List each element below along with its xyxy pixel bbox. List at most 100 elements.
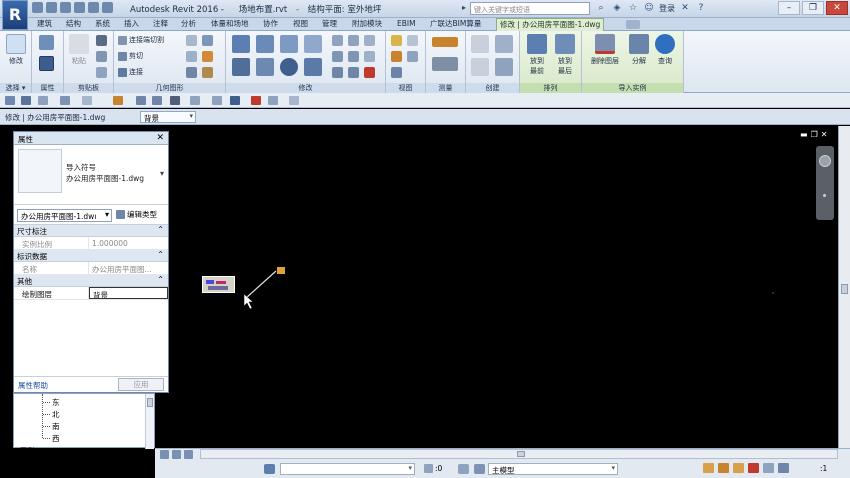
copy-element-icon[interactable] xyxy=(256,58,274,76)
dimension-icon[interactable] xyxy=(432,57,458,71)
type-selector[interactable]: 导入符号 办公用房平面图-1.dwg ▾ xyxy=(14,145,168,205)
horizontal-scroll-thumb[interactable] xyxy=(517,451,525,457)
graphics-icon[interactable] xyxy=(407,51,418,62)
collapse-icon[interactable]: ⌃ xyxy=(157,275,164,284)
pin-icon[interactable] xyxy=(364,35,375,46)
edit-type-button[interactable]: 编辑类型 xyxy=(116,209,157,220)
select-by-face-icon[interactable] xyxy=(748,463,759,473)
paint-icon[interactable] xyxy=(186,51,197,62)
move-icon[interactable] xyxy=(232,58,250,76)
view-close-icon[interactable]: ✕ xyxy=(821,130,828,139)
redo-icon[interactable] xyxy=(88,2,99,13)
customize-toolbar-icon[interactable] xyxy=(289,96,299,105)
linework-icon[interactable] xyxy=(391,51,402,62)
offset-icon[interactable] xyxy=(256,35,274,53)
modify-button[interactable]: 修改 xyxy=(5,34,27,66)
drag-on-selection-icon[interactable] xyxy=(763,463,774,473)
collapse-icon[interactable]: ⌃ xyxy=(157,225,164,234)
text-icon[interactable] xyxy=(170,96,180,105)
align-icon[interactable] xyxy=(232,35,250,53)
subscription-icon[interactable]: ◈ xyxy=(611,2,623,14)
tree-item[interactable]: 西 xyxy=(43,433,60,444)
undo-icon[interactable] xyxy=(74,2,85,13)
split-icon[interactable] xyxy=(332,35,343,46)
hide-in-view-icon[interactable] xyxy=(391,35,402,46)
tab-view[interactable]: 视图 xyxy=(293,18,308,31)
mirror-axis-icon[interactable] xyxy=(280,35,298,53)
send-to-back-button[interactable]: 放到 最后 xyxy=(554,34,576,76)
restore-button[interactable]: ❐ xyxy=(802,1,824,15)
zoom-icon[interactable] xyxy=(823,194,826,197)
tab-collaborate[interactable]: 协作 xyxy=(263,18,278,31)
workset-select[interactable] xyxy=(280,463,415,475)
trim-single-icon[interactable] xyxy=(348,67,359,78)
app-logo-button[interactable]: R xyxy=(2,0,28,30)
tree-item[interactable]: 南 xyxy=(43,421,60,432)
worksets-icon[interactable] xyxy=(264,464,275,474)
split-face-icon[interactable] xyxy=(202,35,213,46)
collapse-icon[interactable]: ⌃ xyxy=(157,250,164,259)
properties-icon[interactable] xyxy=(39,35,54,50)
horizontal-scrollbar[interactable] xyxy=(200,449,838,459)
paste-button[interactable]: 粘贴 xyxy=(68,34,90,66)
array-icon[interactable] xyxy=(332,51,343,62)
save-icon[interactable] xyxy=(46,2,57,13)
tab-addins[interactable]: 附加模块 xyxy=(352,18,382,31)
save-file-icon[interactable] xyxy=(21,96,31,105)
close-hidden-icon[interactable] xyxy=(251,96,261,105)
create-assembly-icon[interactable] xyxy=(471,35,489,53)
trim-extend-icon[interactable] xyxy=(304,58,322,76)
demolish-icon[interactable] xyxy=(202,51,213,62)
hide-element-icon[interactable] xyxy=(391,67,402,78)
tab-insert[interactable]: 插入 xyxy=(124,18,139,31)
sign-in-link[interactable]: 登录 xyxy=(659,3,675,14)
rotate-icon[interactable] xyxy=(280,58,298,76)
section-other[interactable]: 其他 ⌃ xyxy=(14,275,168,287)
section-icon[interactable] xyxy=(212,96,222,105)
user-icon[interactable]: ☺ xyxy=(643,2,655,14)
detail-level-icon[interactable] xyxy=(172,450,181,459)
layer-select[interactable]: 背景 xyxy=(140,111,196,123)
section-dimensions[interactable]: 尺寸标注 ⌃ xyxy=(14,225,168,237)
imported-dwg[interactable] xyxy=(202,276,235,293)
hammer-icon[interactable] xyxy=(202,67,213,78)
unjoin-icon[interactable] xyxy=(186,67,197,78)
move-grip-icon[interactable] xyxy=(277,267,285,274)
tab-architecture[interactable]: 建筑 xyxy=(37,18,52,31)
join-button[interactable]: 连接 xyxy=(118,67,143,77)
select-group-label[interactable]: 选择 ▾ xyxy=(0,83,31,93)
help-icon[interactable]: ? xyxy=(695,2,707,14)
tag-icon[interactable] xyxy=(152,96,162,105)
instance-filter-select[interactable]: 办公用房平面图-1.dwı xyxy=(17,209,112,222)
explode-button[interactable]: 分解 xyxy=(628,34,650,66)
ribbon-minimize-icon[interactable] xyxy=(626,20,640,29)
trim-multi-icon[interactable] xyxy=(332,67,343,78)
cut-geometry-button[interactable]: 剪切 xyxy=(118,51,143,61)
measure-tool-icon[interactable] xyxy=(113,96,123,105)
scale-icon[interactable] xyxy=(348,51,359,62)
copy-icon[interactable] xyxy=(96,51,107,62)
tree-item[interactable]: 北 xyxy=(43,409,60,420)
split-gap-icon[interactable] xyxy=(348,35,359,46)
measure-distance-icon[interactable] xyxy=(432,37,458,47)
thin-lines-icon[interactable] xyxy=(230,96,240,105)
tab-analyze[interactable]: 分析 xyxy=(181,18,196,31)
chevron-down-icon[interactable]: ▾ xyxy=(160,169,164,178)
tab-systems[interactable]: 系统 xyxy=(95,18,110,31)
exchange-icon[interactable]: ✕ xyxy=(679,2,691,14)
select-pinned-icon[interactable] xyxy=(733,463,744,473)
view-restore-icon[interactable]: ❐ xyxy=(811,130,818,139)
steering-wheel-icon[interactable] xyxy=(819,155,831,167)
tree-item-legends[interactable]: 图例 xyxy=(20,446,34,456)
tab-massing-site[interactable]: 体量和场地 xyxy=(211,18,249,31)
browser-scroll-thumb[interactable] xyxy=(147,398,153,407)
cut-icon[interactable] xyxy=(96,35,107,46)
design-options-icon[interactable] xyxy=(458,464,469,474)
design-option-select[interactable]: 主模型 xyxy=(488,463,618,475)
type-properties-icon[interactable] xyxy=(39,56,54,71)
view-minimize-icon[interactable]: ▬ xyxy=(800,130,808,139)
sync-central-icon[interactable] xyxy=(38,96,48,105)
mirror-draw-icon[interactable] xyxy=(304,35,322,53)
override-icon[interactable] xyxy=(407,35,418,46)
tab-structure[interactable]: 结构 xyxy=(66,18,81,31)
